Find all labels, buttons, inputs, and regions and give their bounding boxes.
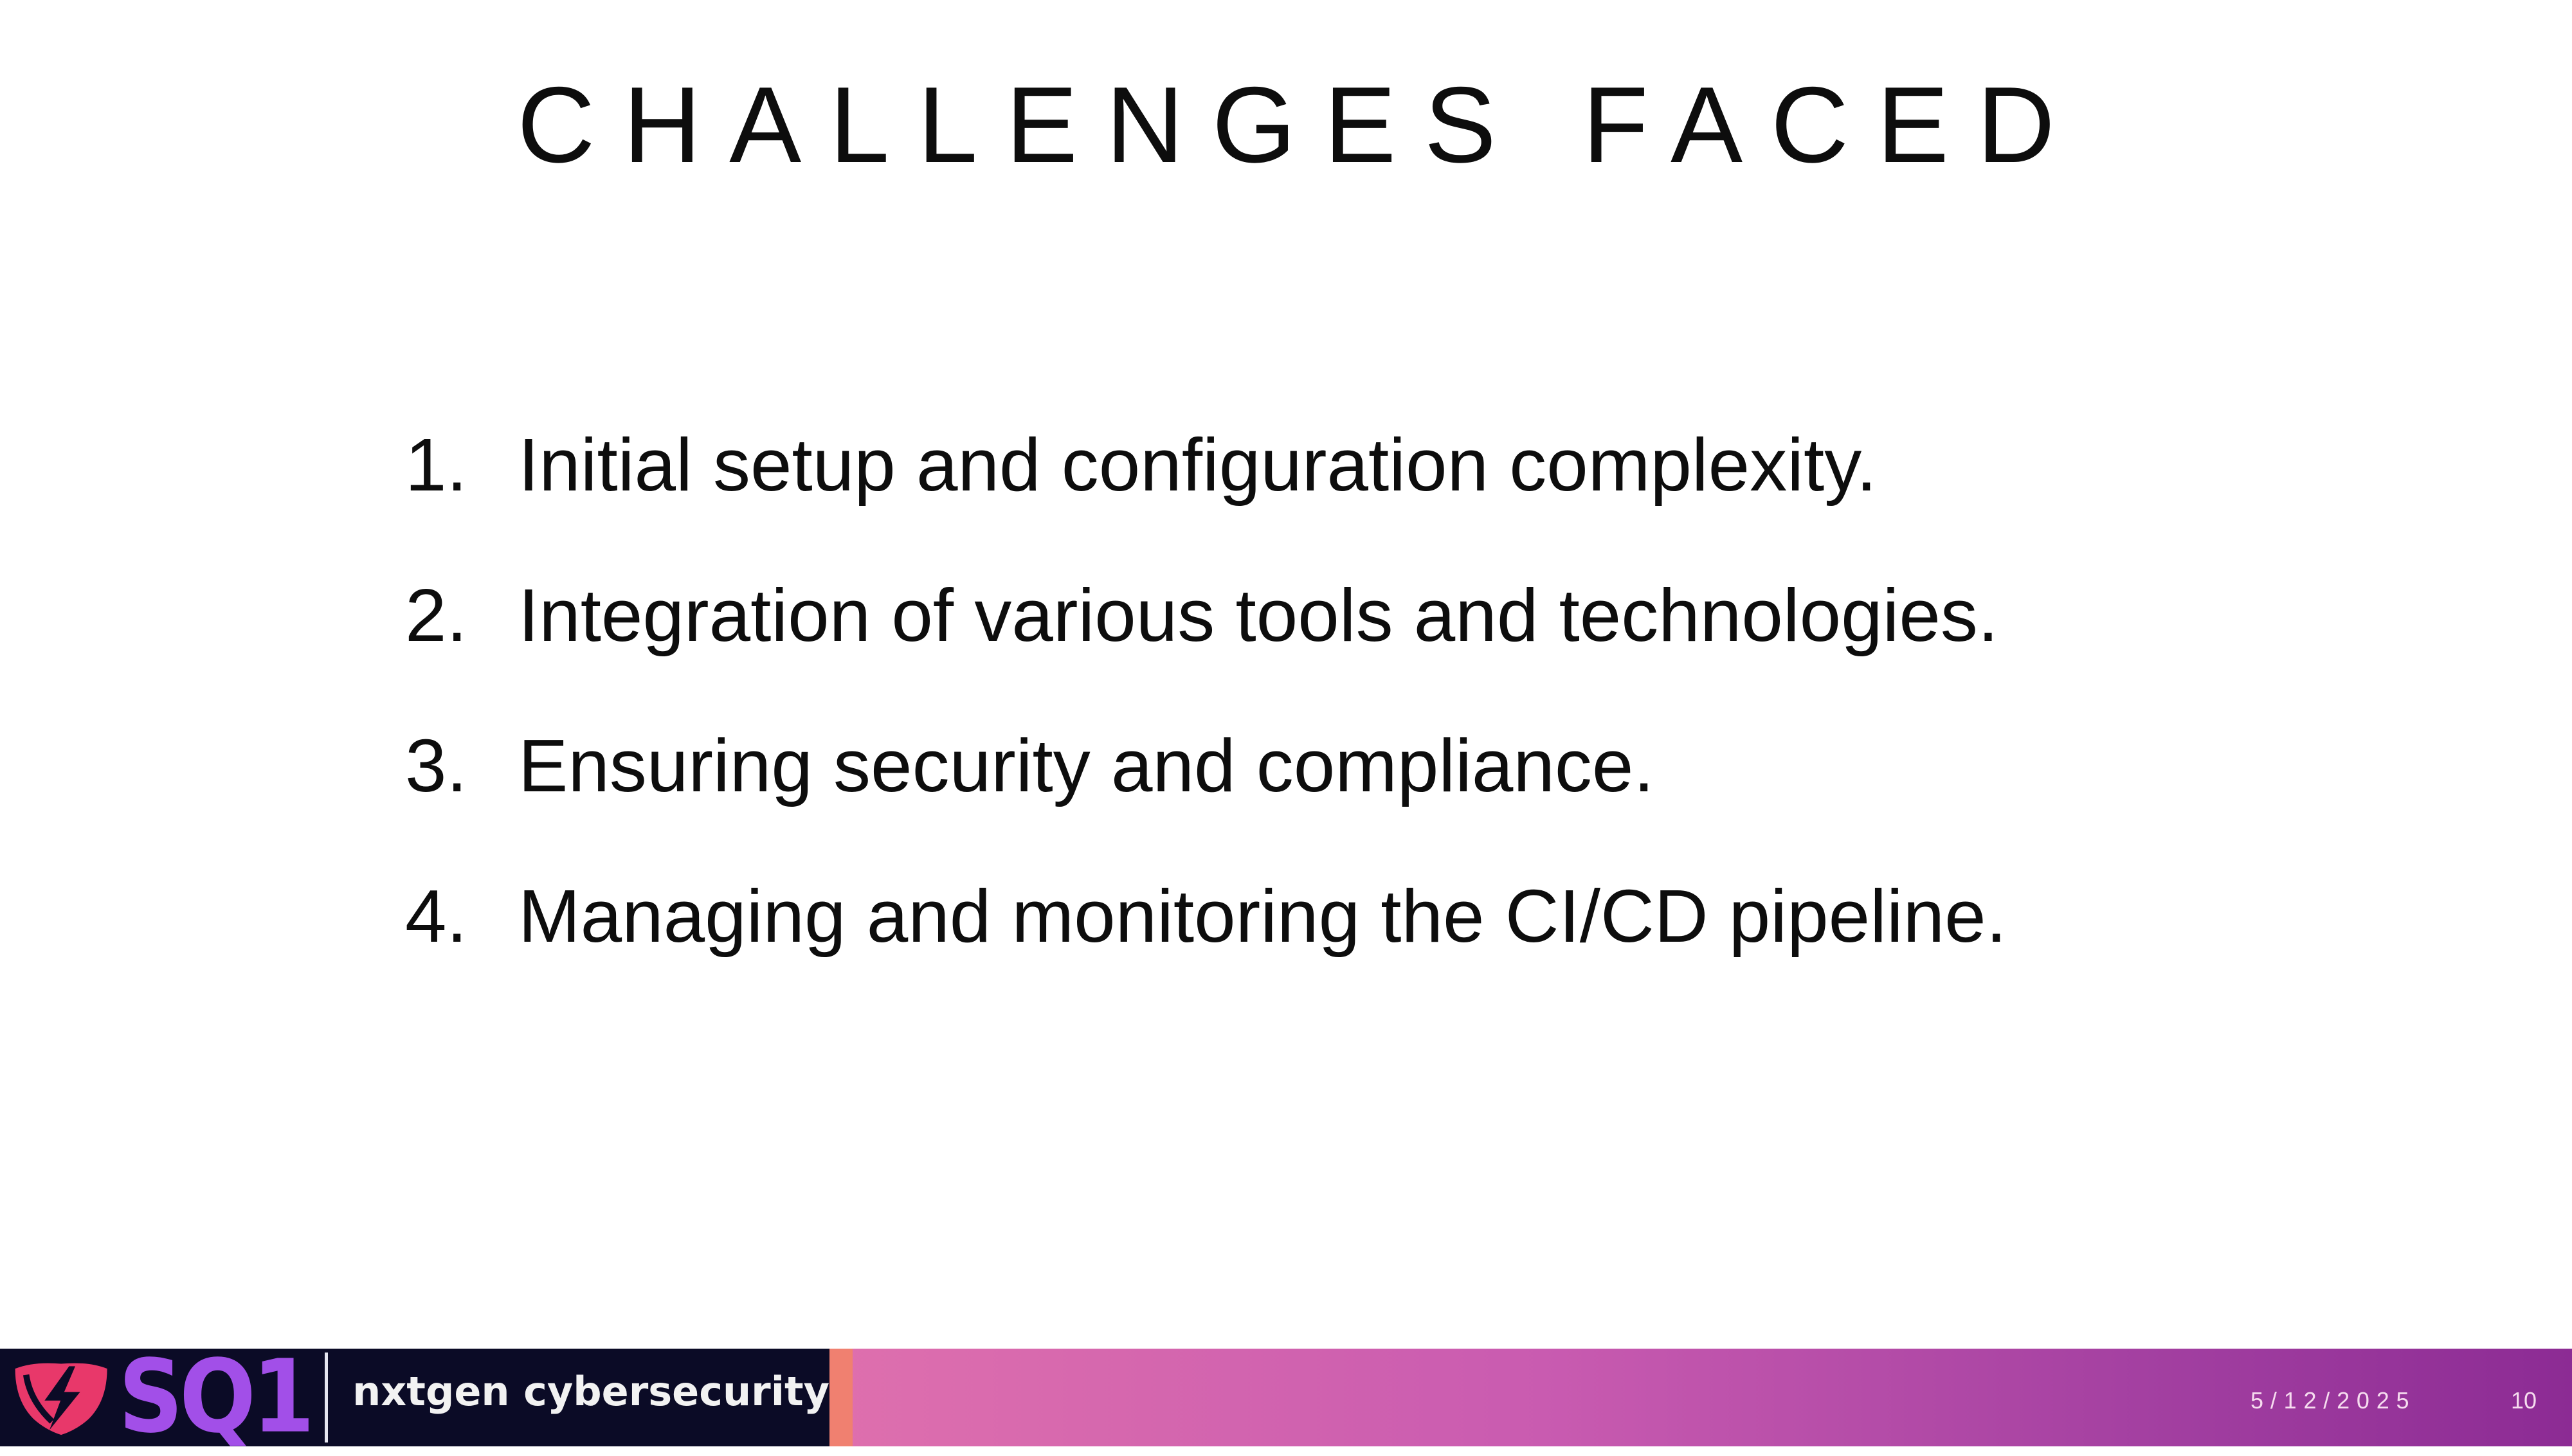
list-item-text: Initial setup and configuration complexi… [518,423,1877,507]
list-item: 3. Ensuring security and compliance. [405,728,2007,879]
list-item: 1. Initial setup and configuration compl… [405,427,2007,578]
slide-page-number: 10 [2511,1387,2537,1414]
logo-text: SQ1 [118,1338,314,1456]
list-item-text: Managing and monitoring the CI/CD pipeli… [518,874,2007,958]
list-item-number: 3. [405,724,467,807]
list-item-number: 4. [405,874,467,958]
list-item-number: 2. [405,573,467,657]
logo-divider [325,1353,329,1443]
logo-edge-accent [829,1349,853,1446]
slide: CHALLENGES FACED 1. Initial setup and co… [0,0,2572,1456]
slide-title: CHALLENGES FACED [517,64,2083,185]
list-item-text: Ensuring security and compliance. [518,724,1654,807]
challenges-list: 1. Initial setup and configuration compl… [405,427,2007,1029]
footer-logo: SQ1 nxtgen cybersecurity [0,1338,829,1456]
list-item: 2. Integration of various tools and tech… [405,578,2007,728]
brand-text: nxtgen cybersecurity [352,1367,829,1415]
list-item: 4. Managing and monitoring the CI/CD pip… [405,879,2007,1029]
list-item-text: Integration of various tools and technol… [518,573,1999,657]
list-item-number: 1. [405,423,467,507]
shield-logo-icon [15,1363,107,1435]
slide-date: 5/12/2025 [2250,1387,2416,1414]
